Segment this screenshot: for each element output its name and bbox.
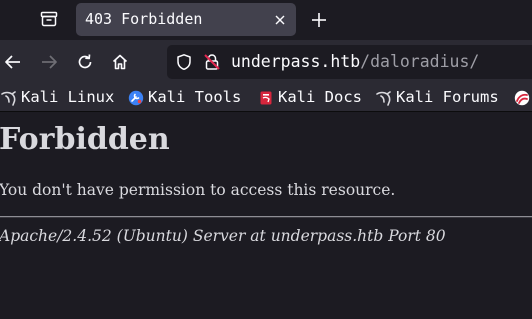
home-button[interactable]	[108, 50, 132, 74]
home-icon	[112, 54, 128, 70]
new-tab-icon[interactable]	[306, 7, 332, 33]
forward-button[interactable]	[37, 50, 61, 74]
bookmark-label: Kali Linux	[21, 88, 115, 106]
tab-active[interactable]: 403 Forbidden	[76, 3, 296, 36]
back-button[interactable]	[1, 50, 25, 74]
url-host: underpass.htb	[231, 52, 361, 71]
bookmarks-toolbar: Kali Linux Kali Tools Kali Docs Kali For…	[0, 84, 532, 112]
bookmark-label: Kali Docs	[278, 88, 362, 106]
error-message: You don't have permission to access this…	[0, 181, 396, 199]
tab-strip: 403 Forbidden	[0, 0, 532, 40]
server-signature: Apache/2.4.52 (Ubuntu) Server at underpa…	[0, 227, 446, 245]
kali-dragon-icon	[376, 91, 391, 106]
tab-list-icon	[40, 11, 58, 27]
kali-nethunter-icon	[514, 90, 530, 106]
kali-docs-icon	[260, 91, 272, 105]
shield-icon[interactable]	[175, 53, 193, 71]
arrow-right-icon	[42, 55, 57, 69]
page-content: Forbidden You don't have permission to a…	[0, 113, 532, 319]
navigation-toolbar: underpass.htb/daloradius/	[0, 40, 532, 84]
tab-title: 403 Forbidden	[85, 10, 203, 28]
url-text: underpass.htb/daloradius/	[231, 52, 479, 71]
close-tab-icon[interactable]	[272, 12, 288, 28]
address-bar[interactable]: underpass.htb/daloradius/	[167, 45, 532, 79]
reload-button[interactable]	[73, 50, 97, 74]
reload-icon	[78, 54, 92, 69]
bookmark-label: Kali Forums	[396, 88, 499, 106]
page-title: Forbidden	[0, 122, 170, 157]
insecure-lock-icon[interactable]	[203, 53, 221, 71]
horizontal-rule	[0, 216, 532, 218]
url-path: /daloradius/	[360, 52, 480, 71]
kali-tools-icon	[128, 90, 144, 106]
arrow-left-icon	[5, 55, 20, 69]
list-all-tabs-button[interactable]	[34, 5, 64, 33]
bookmark-label: Kali Tools	[148, 88, 242, 106]
kali-dragon-icon	[1, 91, 16, 106]
